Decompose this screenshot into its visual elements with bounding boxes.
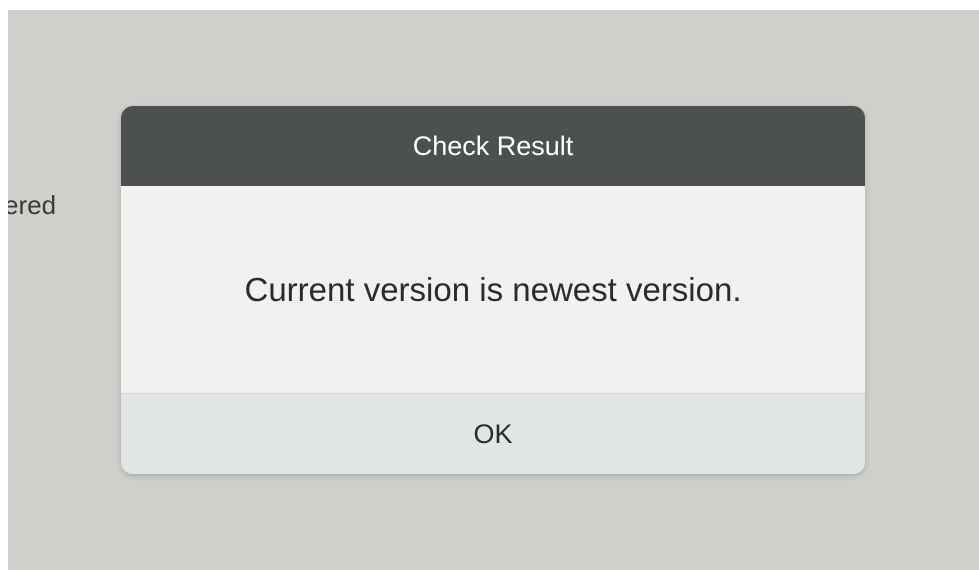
app-screen: ered Check Result Current version is new…: [8, 10, 979, 570]
dialog-message: Current version is newest version.: [244, 270, 742, 308]
dialog-header: Check Result: [121, 106, 865, 186]
check-result-dialog: Check Result Current version is newest v…: [121, 106, 865, 474]
ok-button-label: OK: [473, 418, 513, 449]
dialog-body: Current version is newest version.: [121, 186, 865, 393]
background-label: ered: [8, 190, 57, 220]
ok-button[interactable]: OK: [121, 393, 865, 474]
dialog-title: Check Result: [412, 130, 574, 161]
